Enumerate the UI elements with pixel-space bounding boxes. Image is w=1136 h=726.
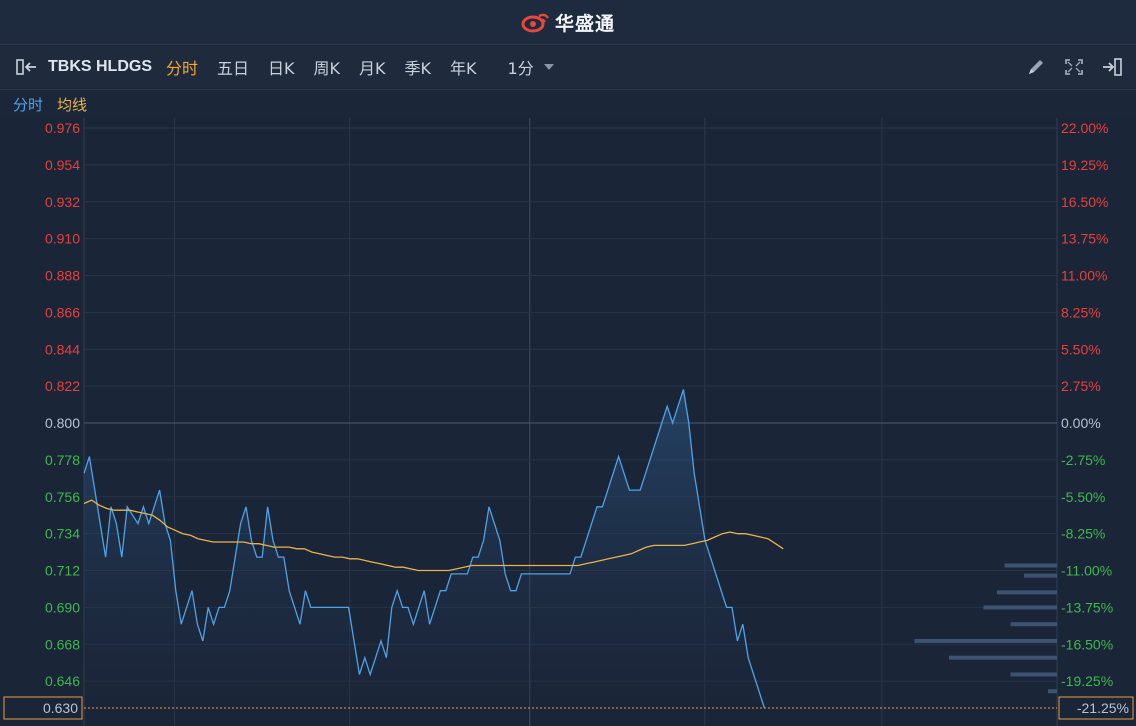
- draw-pencil-icon[interactable]: [1024, 56, 1048, 78]
- pct-tick-label: 13.75%: [1061, 231, 1108, 247]
- brand-name: 华盛通: [554, 12, 615, 35]
- tab-monthly-k[interactable]: 月K: [359, 55, 386, 79]
- pct-tick-label: -2.75%: [1061, 452, 1105, 468]
- pct-tick-label: -5.50%: [1061, 489, 1105, 505]
- pct-tick-label: 19.25%: [1061, 157, 1108, 173]
- tab-yearly-k[interactable]: 年K: [450, 55, 477, 79]
- y-tick-label: 0.690: [45, 599, 80, 615]
- stock-symbol: TBKS HLDGS: [48, 58, 152, 75]
- y-tick-label: 0.712: [45, 563, 80, 579]
- pct-tick-label: -11.00%: [1061, 563, 1112, 579]
- y-tick-label: 0.910: [45, 231, 80, 247]
- current-pct-label: -21.25%: [1077, 700, 1129, 716]
- tool-group: [1024, 56, 1124, 78]
- y-tick-label: 0.932: [45, 194, 80, 210]
- interval-select[interactable]: 1分: [508, 55, 554, 79]
- legend-price: 分时: [13, 95, 44, 114]
- y-tick-label: 0.976: [45, 120, 80, 136]
- pct-tick-label: 2.75%: [1061, 378, 1101, 394]
- depth-bar: [949, 655, 1057, 660]
- pct-tick-label: 5.50%: [1061, 341, 1101, 357]
- chart-toolbar: TBKS HLDGS 分时 五日 日K 周K 月K 季K 年K 1分: [0, 46, 1136, 88]
- brand-logo-icon: [521, 13, 550, 33]
- y-tick-label: 0.800: [45, 415, 80, 431]
- tab-quarterly-k[interactable]: 季K: [405, 55, 432, 79]
- y-tick-label: 0.844: [45, 341, 80, 357]
- y-tick-label: 0.822: [45, 378, 80, 394]
- tab-weekly-k[interactable]: 周K: [314, 55, 341, 79]
- y-tick-label: 0.668: [45, 636, 80, 652]
- depth-bar: [983, 605, 1057, 610]
- fullscreen-icon[interactable]: [1062, 56, 1086, 78]
- current-price-label: 0.630: [43, 700, 78, 716]
- pct-tick-label: -19.25%: [1061, 673, 1113, 689]
- pct-tick-label: 11.00%: [1061, 268, 1107, 284]
- title-bar: 华盛通: [0, 0, 1136, 45]
- y-tick-label: 0.756: [45, 489, 80, 505]
- depth-bar: [1024, 573, 1057, 578]
- pct-tick-label: -13.75%: [1061, 599, 1113, 615]
- y-tick-label: 0.778: [45, 452, 80, 468]
- interval-value: 1分: [507, 59, 534, 78]
- depth-bar: [914, 638, 1057, 643]
- depth-bar: [1010, 672, 1057, 677]
- pct-tick-label: -16.50%: [1061, 636, 1113, 652]
- tab-intraday[interactable]: 分时: [166, 55, 198, 79]
- y-tick-label: 0.954: [45, 157, 80, 173]
- pct-tick-label: 0.00%: [1061, 415, 1101, 431]
- depth-bar: [1004, 563, 1057, 568]
- pct-tick-label: 22.00%: [1061, 120, 1108, 136]
- depth-bar: [1010, 622, 1057, 627]
- chevron-down-icon: [543, 64, 554, 70]
- y-tick-label: 0.866: [45, 304, 80, 320]
- intraday-chart[interactable]: 0.976 22.00% 0.954 19.25% 0.932 16.50% 0.910 13…: [0, 118, 1136, 726]
- pct-tick-label: 8.25%: [1061, 304, 1101, 320]
- y-tick-label: 0.646: [45, 673, 80, 689]
- legend-average: 均线: [57, 95, 88, 114]
- y-tick-label: 0.734: [45, 526, 80, 542]
- depth-bar: [1048, 689, 1057, 694]
- exit-icon[interactable]: [1100, 56, 1124, 78]
- tab-five-day[interactable]: 五日: [217, 55, 249, 79]
- depth-bar: [997, 590, 1057, 595]
- tab-daily-k[interactable]: 日K: [268, 55, 295, 79]
- y-tick-label: 0.888: [45, 268, 80, 284]
- collapse-sidebar-icon[interactable]: [14, 57, 42, 77]
- brand-logo: 华盛通: [521, 9, 615, 36]
- pct-tick-label: 16.50%: [1061, 194, 1108, 210]
- pct-tick-label: -8.25%: [1061, 526, 1105, 542]
- chart-legend: 分时 均线: [0, 89, 1136, 119]
